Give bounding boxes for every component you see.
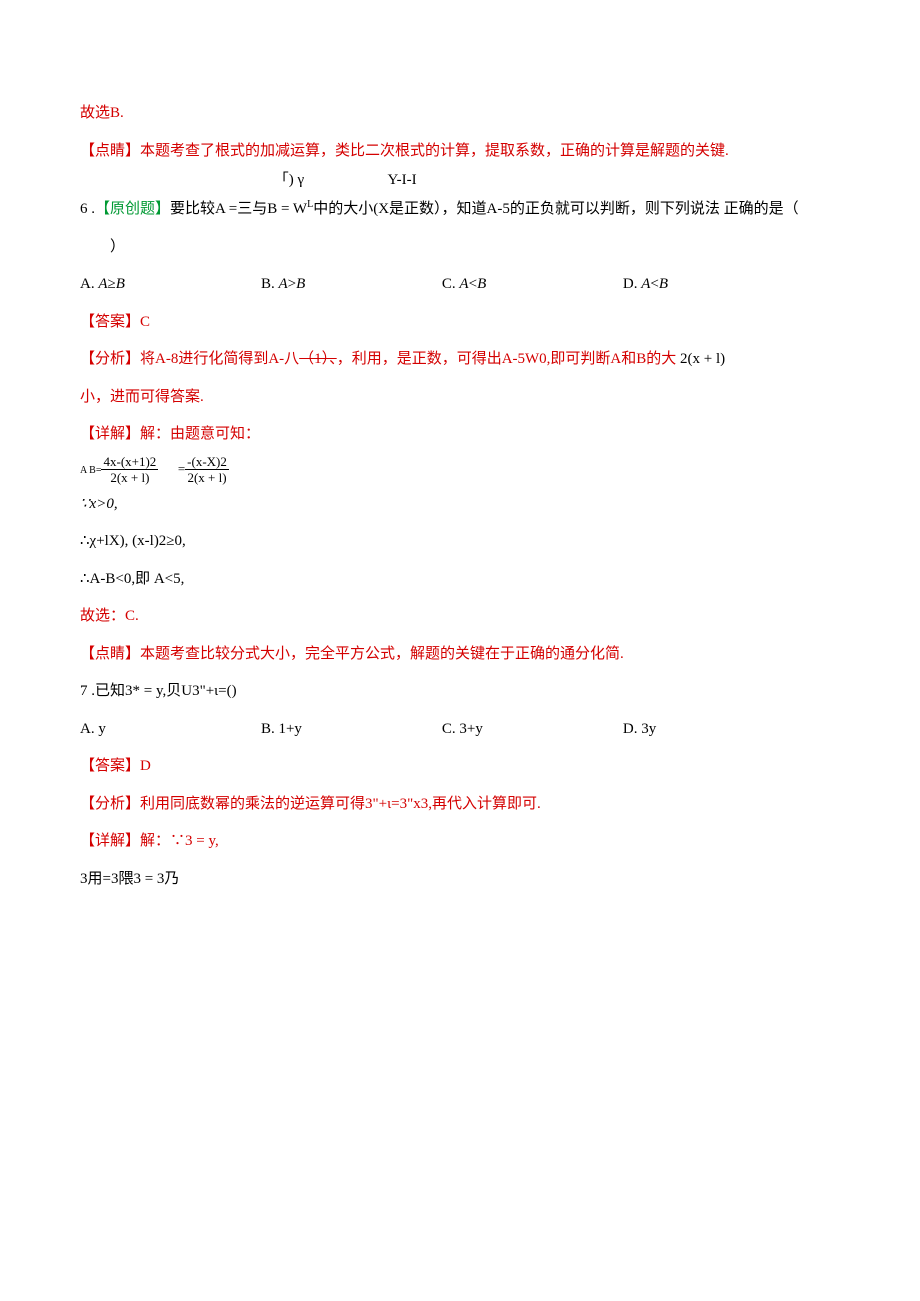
q6-number: 6 [80,201,88,217]
q6-analysis-text-b: ，利用，是正数，可得出A-5W0,即可判断A和B的大 [337,351,677,367]
q6-dot: . [88,201,96,217]
q7-answer-label: 【答案】 [80,758,140,774]
q6-analysis: 【分析】将A-8进行化简得到A-八（1）、，利用，是正数，可得出A-5W0,即可… [80,341,840,379]
q7-choices: A. y B. 1+y C. 3+y D. 3y [80,711,840,749]
q6-step3: ∴χ+lX), (x-l)2≥0, [80,523,840,561]
conclusion-line: 故选B. [80,95,840,133]
q7-choice-c: C. 3+y [442,711,623,749]
q6-answer-label: 【答案】 [80,314,140,330]
q6-equation: A B=4x-(x+1)22(x + l) =-(x-X)22(x + l) [80,454,840,486]
q6-tag: 【原创题】 [95,201,170,217]
q6-body-b: 中的大小(X是正数），知道A-5的正负就可以判断，则下列说法 正确的是（ [313,201,798,217]
q7-number: 7 [80,683,88,699]
q6-frac2-num: -(x-X)2 [185,454,229,471]
q6-eq-lead: A B= [80,465,101,476]
fragment-a: 「) γ [274,170,384,191]
q7-detail: 【详解】解：∵3 = y, [80,823,840,861]
q6-analysis-line2: 小，进而可得答案. [80,379,840,417]
q7-choice-a: A. y [80,711,261,749]
q7-analysis-text: 利用同底数幂的乘法的逆运算可得3"+ι=3"x3,再代入计算即可. [140,796,541,812]
q6-choice-d: D. A<B [623,266,840,304]
q6-body-a: 要比较A =三与B = W [170,201,307,217]
q6-detail: 【详解】解：由题意可知： [80,416,840,454]
q6-conclude: 故选：C. [80,598,840,636]
fragment-b: Y-I-I [388,170,417,191]
q6-analysis-strike: （1）、 [299,351,337,367]
q7-step: 3用=3隈3 = 3乃 [80,861,840,899]
q7-stem: 7 .已知3* = y,贝U3"+ι=() [80,673,840,711]
q6-choices: A. A. A≥BA≥B B. A>B C. A<B D. A<B [80,266,840,304]
q7-answer-value: D [140,758,151,774]
q7-analysis-label: 【分析】 [80,796,140,812]
q6-frac2: -(x-X)22(x + l) [185,454,229,486]
q6-dianjing: 【点睛】本题考查比较分式大小，完全平方公式，解题的关键在于正确的通分化简. [80,636,840,674]
q6-step4: ∴A-B<0,即 A<5, [80,561,840,599]
q6-dianjing-label: 【点睛】 [80,646,140,662]
q6-dianjing-text: 本题考查比较分式大小，完全平方公式，解题的关键在于正确的通分化简. [140,646,624,662]
dianjing-line: 【点睛】本题考查了根式的加减运算，类比二次根式的计算，提取系数，正确的计算是解题… [80,133,840,171]
q7-choice-b: B. 1+y [261,711,442,749]
q7-answer: 【答案】D [80,748,840,786]
q6-eq-sign: = [178,461,185,476]
q6-step2: ∵x>0, [80,486,840,524]
q6-answer: 【答案】C [80,304,840,342]
q7-detail-text: 解：∵3 = y, [140,833,219,849]
q6-choice-c: C. A<B [442,266,623,304]
q7-body: .已知3* = y,贝U3"+ι=() [88,683,237,699]
q6-choice-a: A. A. A≥BA≥B [80,266,261,304]
dianjing-label: 【点睛】 [80,143,140,159]
q6-frac1: 4x-(x+1)22(x + l) [101,454,158,486]
q6-frac1-den: 2(x + l) [101,470,158,486]
q7-analysis: 【分析】利用同底数幂的乘法的逆运算可得3"+ι=3"x3,再代入计算即可. [80,786,840,824]
q6-analysis-tail: 2(x + l) [676,351,725,367]
q6-frac2-den: 2(x + l) [185,470,229,486]
q7-choice-d: D. 3y [623,711,840,749]
q6-answer-value: C [140,314,150,330]
q6-frac1-num: 4x-(x+1)2 [101,454,158,471]
dianjing-text: 本题考查了根式的加减运算，类比二次根式的计算，提取系数，正确的计算是解题的关键. [140,143,729,159]
q6-detail-text: 解：由题意可知： [140,426,260,442]
q6-paren: ） [80,229,840,267]
fragment-row: 「) γ Y-I-I [80,170,840,191]
q6-detail-label: 【详解】 [80,426,140,442]
q6-analysis-text-a: 将A-8进行化简得到A-八 [140,351,299,367]
q6-choice-b: B. A>B [261,266,442,304]
q6-stem: 6 .【原创题】要比较A =三与B = WL中的大小(X是正数），知道A-5的正… [80,191,840,229]
q7-detail-label: 【详解】 [80,833,140,849]
q6-analysis-label: 【分析】 [80,351,140,367]
